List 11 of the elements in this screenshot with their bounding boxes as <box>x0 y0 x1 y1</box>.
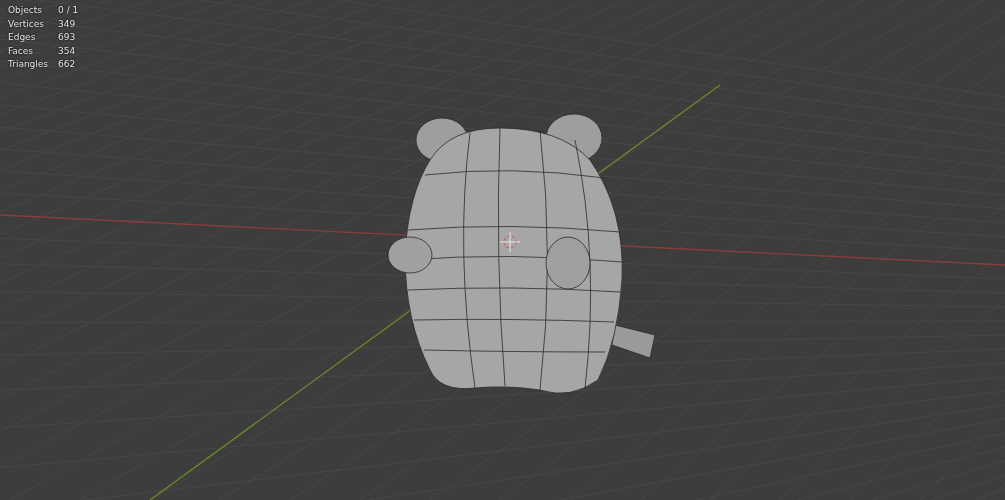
stat-value: 354 <box>58 44 77 57</box>
stat-value: 0 / 1 <box>58 4 79 17</box>
stat-label: Edges <box>8 31 37 44</box>
crosshair-cursor-icon <box>499 231 521 253</box>
stat-label: Triangles <box>8 58 49 71</box>
stat-label: Faces <box>8 44 35 57</box>
stat-label: Objects <box>8 4 43 17</box>
stat-value: 693 <box>58 31 77 44</box>
stat-value: 662 <box>58 58 77 71</box>
stat-value: 349 <box>58 17 77 30</box>
stat-label: Vertices <box>8 17 45 30</box>
